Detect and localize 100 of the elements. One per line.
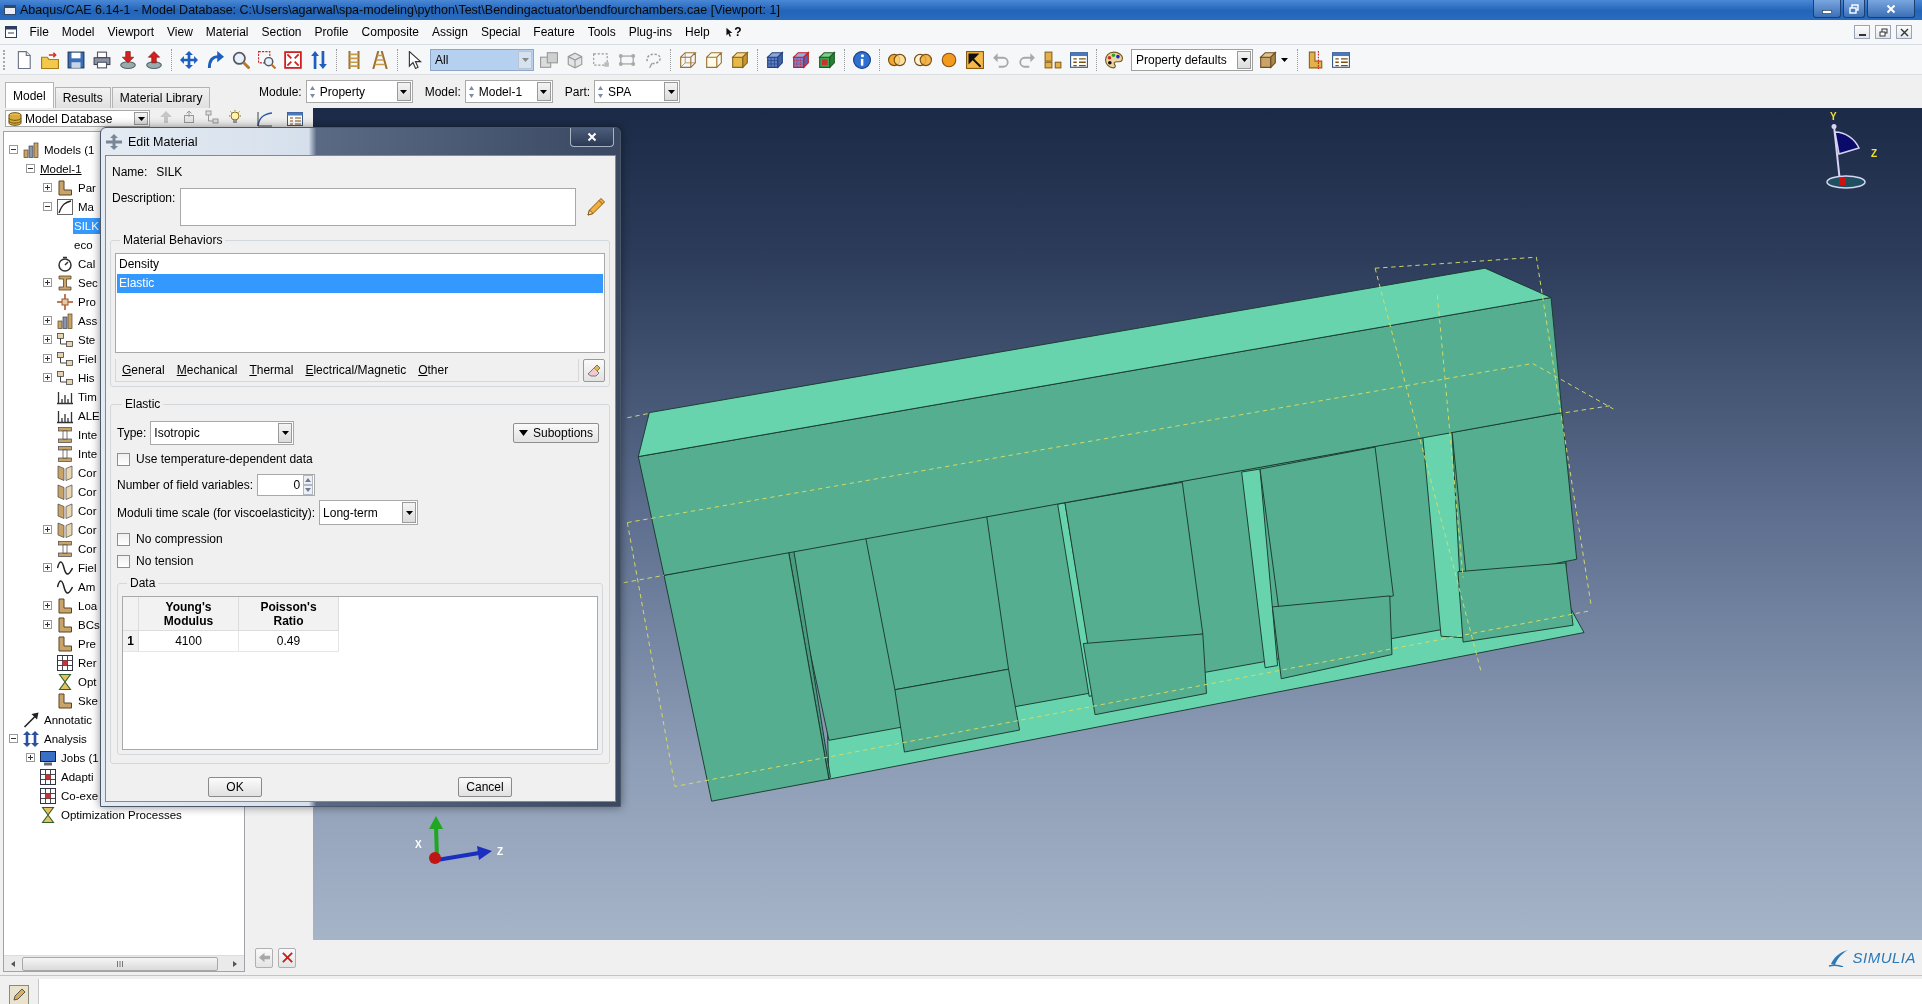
tab[interactable]: Material Library	[111, 87, 211, 108]
tree-item[interactable]: Cor	[77, 540, 98, 557]
box-select-icon[interactable]	[566, 50, 584, 69]
palette-icon[interactable]	[1105, 50, 1123, 69]
ladder-icon[interactable]	[345, 50, 363, 69]
menu-item[interactable]: Composite	[355, 25, 426, 39]
expand-icon[interactable]	[26, 753, 35, 762]
expand-icon[interactable]	[43, 620, 52, 629]
expand-icon[interactable]	[43, 563, 52, 572]
menu-item[interactable]: Mechanical	[176, 363, 238, 377]
tree-item[interactable]: Am	[77, 578, 97, 595]
tree-item[interactable]: Ma	[77, 198, 95, 215]
ok-button[interactable]: OK	[208, 777, 262, 797]
checkbox[interactable]	[117, 452, 130, 466]
table-icon[interactable]	[1332, 50, 1350, 69]
box-up-arrow-icon[interactable]	[182, 110, 196, 124]
window-icon[interactable]	[5, 26, 17, 38]
tree-item[interactable]: Cal	[77, 255, 97, 272]
expand-icon[interactable]	[43, 525, 52, 534]
menu-item[interactable]: File	[23, 25, 56, 39]
collapse-icon[interactable]	[26, 164, 35, 173]
mesh-cube-icon[interactable]	[818, 50, 836, 69]
help-pointer-button[interactable]: ?	[726, 25, 742, 39]
cylinder-down-arrow-icon[interactable]	[119, 50, 137, 69]
selection-filter-dropdown[interactable]: All	[430, 48, 534, 71]
box-icon[interactable]	[1259, 50, 1277, 69]
caret-icon[interactable]	[1281, 57, 1288, 62]
shaded-cube-icon[interactable]	[731, 50, 749, 69]
context-dropdown[interactable]: Property	[305, 80, 413, 103]
close-button[interactable]	[1896, 25, 1912, 39]
eraser-button[interactable]	[583, 359, 605, 382]
mesh-cube-icon[interactable]	[766, 50, 784, 69]
table-icon[interactable]	[1070, 50, 1088, 69]
tree-item[interactable]: Adapti	[60, 768, 95, 785]
menu-item[interactable]: Model	[55, 25, 102, 39]
right-arrow-icon[interactable]	[231, 959, 239, 968]
menu-item[interactable]: Section	[255, 25, 309, 39]
menu-item[interactable]: Tools	[581, 25, 623, 39]
context-dropdown[interactable]: SPA	[594, 80, 681, 103]
table-icon[interactable]	[287, 111, 303, 127]
tree-item[interactable]: Annotatic	[43, 711, 93, 728]
open-folder-icon[interactable]	[41, 50, 59, 69]
minimize-button[interactable]	[1854, 25, 1870, 39]
expand-icon[interactable]	[43, 373, 52, 382]
table-cell[interactable]: 0.49	[239, 631, 339, 652]
menu-item[interactable]: Profile	[308, 25, 356, 39]
table-cell[interactable]: 4100	[139, 631, 239, 652]
menu-item[interactable]: Thermal	[249, 363, 294, 377]
light-bulb-icon[interactable]	[228, 110, 242, 124]
expand-icon[interactable]	[43, 335, 52, 344]
menu-item[interactable]: Special	[474, 25, 527, 39]
menu-item[interactable]: View	[160, 25, 200, 39]
tree-item[interactable]: Fiel	[77, 350, 98, 367]
expand-icon[interactable]	[43, 316, 52, 325]
tree-item[interactable]: BCs	[77, 616, 101, 633]
save-icon[interactable]	[67, 50, 85, 69]
tree-item[interactable]: eco	[73, 236, 94, 253]
fit-arrows-icon[interactable]	[284, 50, 302, 69]
tree-item[interactable]: Tim	[77, 388, 98, 405]
curved-arrow-icon[interactable]	[206, 50, 224, 69]
cancel-button[interactable]: Cancel	[458, 777, 512, 797]
description-field[interactable]	[180, 188, 576, 226]
tree-item[interactable]: His	[77, 369, 96, 386]
scrollbar[interactable]	[4, 955, 244, 971]
menu-item[interactable]: Material	[199, 25, 255, 39]
tree-item[interactable]: Inte	[77, 426, 99, 443]
tree-item[interactable]: Cor	[77, 464, 98, 481]
scroll-thumb[interactable]	[22, 956, 218, 971]
tree-item[interactable]: Loa	[77, 597, 99, 614]
curve-chart-icon[interactable]	[257, 111, 273, 127]
menu-item[interactable]: Viewport	[101, 25, 161, 39]
tree-item[interactable]: Rer	[77, 654, 98, 671]
tree-item[interactable]: Jobs (1	[60, 749, 100, 766]
tree-item[interactable]: Par	[77, 179, 97, 196]
number-spinner[interactable]: 0	[257, 474, 316, 496]
tree-item[interactable]: Pre	[77, 635, 97, 652]
tree-item[interactable]: ALE	[77, 407, 101, 424]
stacked-boxes-icon[interactable]	[540, 50, 558, 69]
tree-item[interactable]: Cor	[77, 502, 98, 519]
circle-icon[interactable]	[940, 50, 958, 69]
tree-item[interactable]: Co-exe	[60, 787, 100, 804]
type-dropdown[interactable]: Isotropic	[150, 421, 295, 445]
tree-item[interactable]: Model-1	[39, 160, 83, 177]
collapse-icon[interactable]	[9, 734, 18, 743]
bracket-icon[interactable]	[1306, 50, 1324, 69]
printer-icon[interactable]	[93, 50, 111, 69]
tree-item[interactable]: Pro	[77, 293, 97, 310]
cancel-button[interactable]	[278, 947, 296, 968]
tree-item[interactable]: Ske	[77, 692, 99, 709]
menu-item[interactable]: Assign	[425, 25, 475, 39]
wireframe-cube-icon[interactable]	[679, 50, 697, 69]
tree-item[interactable]: Ass	[77, 312, 99, 329]
info-icon[interactable]	[853, 50, 871, 69]
menu-item[interactable]: General	[122, 363, 165, 377]
pencil-icon[interactable]	[586, 197, 606, 217]
tab[interactable]: Results	[54, 87, 111, 108]
tree-item[interactable]: Sec	[77, 274, 99, 291]
close-button[interactable]	[1867, 0, 1915, 18]
tree-item[interactable]: Inte	[77, 445, 99, 462]
magnifier-icon[interactable]	[232, 50, 250, 69]
